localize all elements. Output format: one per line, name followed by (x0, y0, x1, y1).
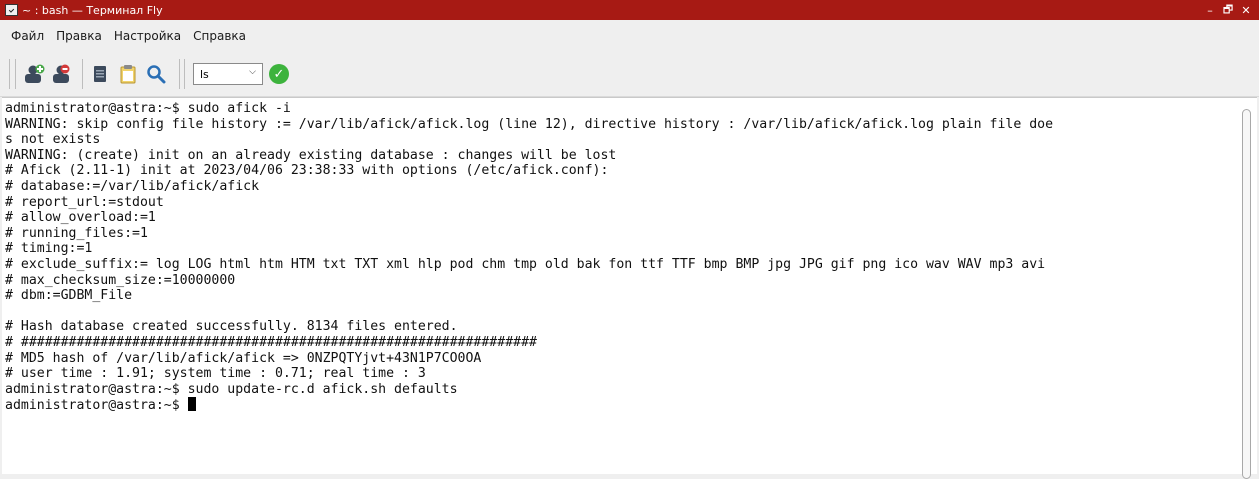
terminal-line: s not exists (5, 132, 101, 148)
menu-edit[interactable]: Правка (50, 29, 108, 43)
window-title: ~ : bash — Терминал Fly (22, 3, 163, 17)
search-icon (147, 65, 166, 84)
copy-button[interactable] (87, 60, 113, 88)
terminal-line: # running_files:=1 (5, 225, 148, 241)
menu-settings[interactable]: Настройка (108, 29, 187, 43)
terminal-line: # timing:=1 (5, 241, 93, 257)
minimize-button[interactable]: – (1201, 4, 1219, 17)
terminal-line: # user time : 1.91; system time : 0.71; … (5, 366, 426, 382)
terminal-prompt: administrator@astra:~$ (5, 398, 188, 414)
new-session-button[interactable] (22, 60, 48, 88)
close-session-icon (53, 64, 70, 83)
terminal-line: WARNING: skip config file history := /va… (5, 116, 1054, 132)
copy-icon (94, 66, 106, 82)
text-cursor (187, 397, 196, 412)
terminal-line: # database:=/var/lib/afick/afick (5, 178, 260, 194)
terminal-line: WARNING: (create) init on an already exi… (5, 147, 617, 163)
terminal-line: # Afick (2.11-1) init at 2023/04/06 23:3… (5, 163, 609, 179)
close-button[interactable]: ✕ (1237, 4, 1255, 17)
terminal-app-icon (5, 4, 18, 16)
toolbar-separator (82, 59, 83, 89)
terminal-output[interactable]: administrator@astra:~$ sudo afick -i WARN… (2, 97, 1257, 479)
checkmark-icon: ✓ (273, 66, 285, 82)
paste-button[interactable] (115, 60, 141, 88)
run-command-button[interactable]: ✓ (269, 64, 289, 84)
close-session-button[interactable] (50, 60, 76, 88)
toolbar-separator (184, 59, 185, 89)
paste-icon (120, 65, 136, 84)
terminal-lines: administrator@astra:~$ sudo afick -i WARN… (5, 101, 1233, 413)
chevron-down-icon: ⌵ (249, 67, 256, 77)
terminal-line: # exclude_suffix:= log LOG html htm HTM … (5, 256, 1046, 272)
terminal-line: # ######################################… (5, 334, 537, 350)
terminal-prompt-line: administrator@astra:~$ (5, 397, 1233, 413)
search-button[interactable] (143, 60, 169, 88)
menu-help[interactable]: Справка (187, 29, 252, 43)
terminal-line: administrator@astra:~$ sudo update-rc.d … (5, 381, 458, 397)
terminal-line: # Hash database created successfully. 81… (5, 319, 458, 335)
terminal-line: # dbm:=GDBM_File (5, 288, 133, 304)
command-select[interactable]: ls ⌵ (193, 63, 263, 85)
terminal-line: # MD5 hash of /var/lib/afick/afick => 0N… (5, 350, 482, 366)
menu-bar: Файл Правка Настройка Справка (0, 20, 1259, 52)
terminal-line: # max_checksum_size:=10000000 (5, 272, 236, 288)
new-session-icon (25, 64, 45, 83)
toolbar-grip[interactable] (9, 59, 16, 89)
terminal-line: # report_url:=stdout (5, 194, 164, 210)
menu-file[interactable]: Файл (5, 29, 50, 43)
command-select-value: ls (200, 67, 209, 81)
vertical-scrollbar[interactable] (1242, 109, 1251, 479)
title-bar: ~ : bash — Терминал Fly – 🗗 ✕ (0, 0, 1259, 20)
toolbar: ls ⌵ ✓ (0, 52, 1259, 97)
toolbar-separator (179, 59, 180, 89)
maximize-button[interactable]: 🗗 (1219, 1, 1237, 20)
terminal-line: administrator@astra:~$ sudo afick -i (5, 101, 291, 116)
terminal-line: # allow_overload:=1 (5, 210, 156, 226)
